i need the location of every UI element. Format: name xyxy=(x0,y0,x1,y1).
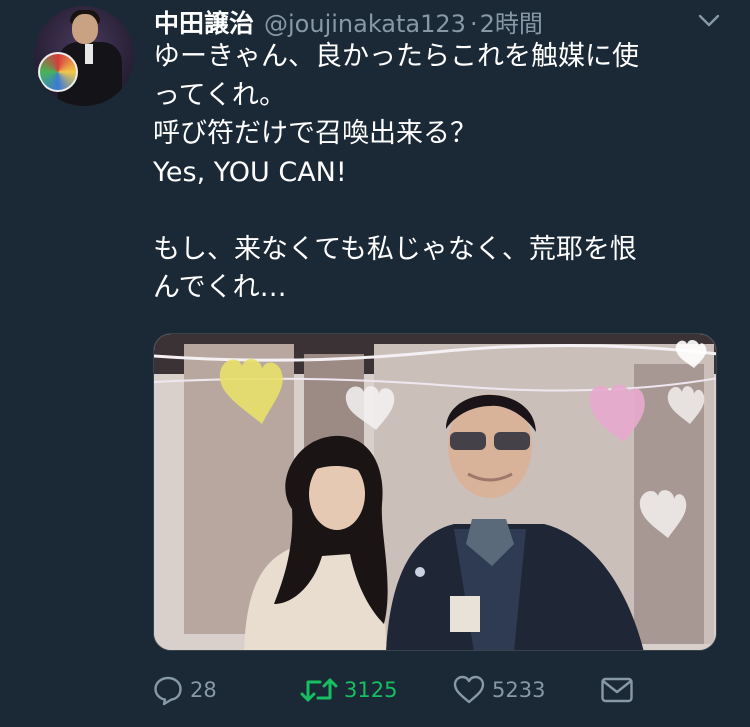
reply-button[interactable]: 28 xyxy=(152,670,217,710)
tweet-text-blank-line xyxy=(153,192,713,231)
tweet-text-line: もし、来なくても私じゃなく、荒耶を恨 xyxy=(153,233,637,265)
like-button[interactable]: 5233 xyxy=(452,670,545,710)
tweet-text-line: 呼び符だけで召喚出来る？ xyxy=(153,118,477,149)
like-count: 5233 xyxy=(492,678,546,702)
timestamp[interactable]: 2時間 xyxy=(480,4,543,39)
tweet-header: 中田譲治 @joujinakata123 · 2時間 xyxy=(154,4,543,39)
tweet-text: ゆーきゃん、良かったらこれを触媒に使 ってくれ。 呼び符だけで召喚出来る？ Ye… xyxy=(153,38,713,308)
tweet-text-line: んでくれ… xyxy=(153,272,287,303)
photo-image[interactable] xyxy=(153,333,717,651)
tweet-text-line: ってくれ。 xyxy=(153,79,287,111)
tweet-actions: 28 3125 5233 xyxy=(152,670,742,714)
retweet-icon xyxy=(300,678,338,702)
tweet[interactable]: 中田譲治 @joujinakata123 · 2時間 ゆーきゃん、良かったらこれ… xyxy=(0,0,750,727)
tweet-text-line: ゆーきゃん、良かったらこれを触媒に使 xyxy=(153,41,639,72)
reply-icon xyxy=(154,676,182,706)
author-handle[interactable]: @joujinakata123 xyxy=(264,10,466,38)
chevron-down-icon[interactable] xyxy=(694,6,724,36)
retweet-count: 3125 xyxy=(344,678,398,702)
envelope-icon xyxy=(601,677,633,703)
direct-message-button[interactable] xyxy=(600,670,634,710)
separator-dot: · xyxy=(469,10,478,38)
reply-count: 28 xyxy=(190,678,217,702)
author-name[interactable]: 中田譲治 xyxy=(154,4,254,40)
user-avatar[interactable] xyxy=(34,6,134,106)
tweet-text-line: Yes, YOU CAN! xyxy=(153,156,347,188)
retweet-button[interactable]: 3125 xyxy=(300,670,397,710)
heart-icon xyxy=(453,675,485,704)
